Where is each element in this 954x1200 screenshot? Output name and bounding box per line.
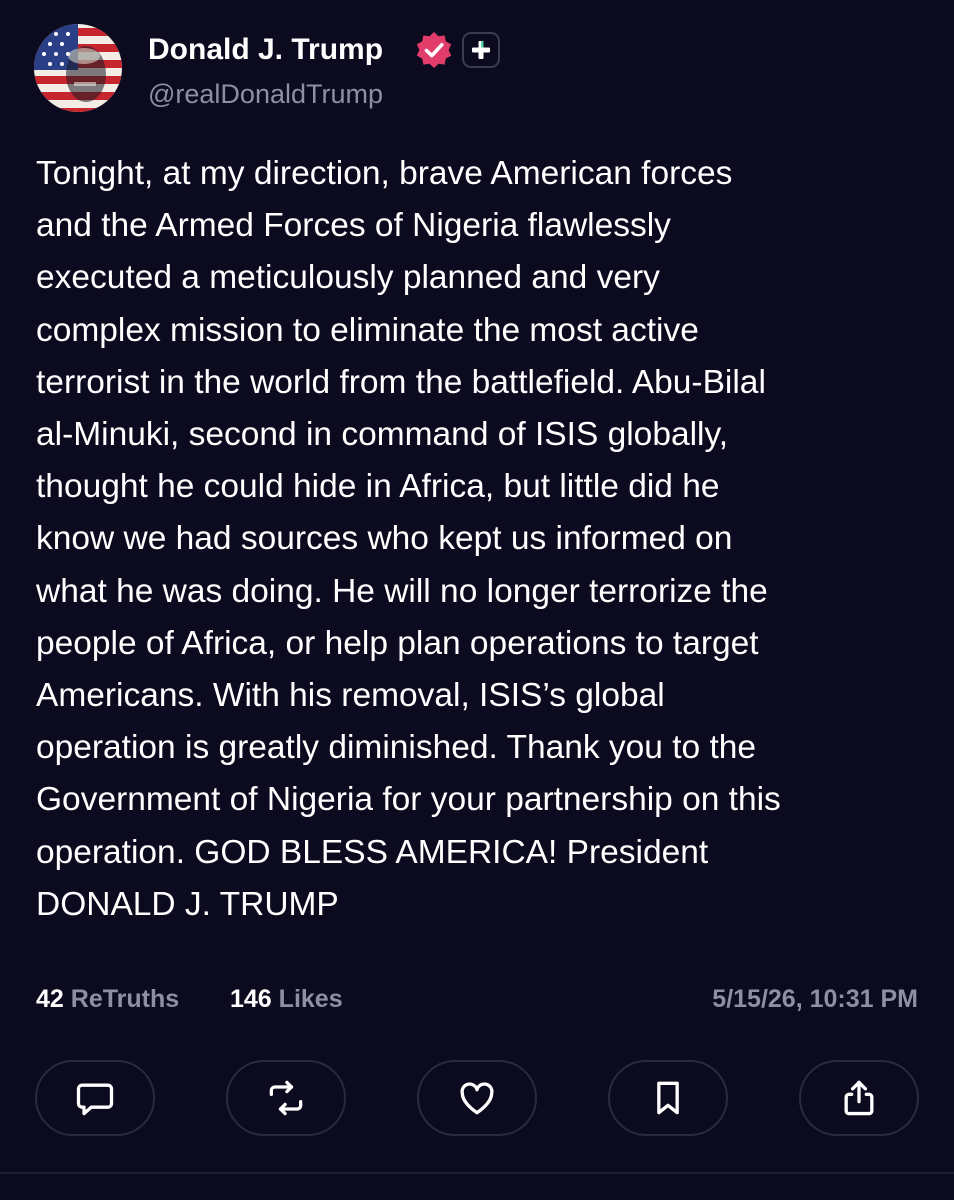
repost-icon <box>269 1080 303 1116</box>
heart-icon <box>460 1082 494 1115</box>
verified-badge-icon <box>414 30 454 70</box>
bookmark-icon <box>657 1081 679 1115</box>
share-button[interactable] <box>799 1060 919 1136</box>
likes-count: 146 <box>230 985 272 1013</box>
likes-label: Likes <box>278 985 343 1013</box>
american-flag-portrait-avatar-icon <box>34 24 122 112</box>
subscribe-plus-badge[interactable] <box>462 32 500 68</box>
retruths-count-link[interactable]: 42 ReTruths <box>36 980 179 1018</box>
retruths-label: ReTruths <box>70 985 180 1013</box>
divider <box>0 1172 954 1174</box>
bookmark-button[interactable] <box>608 1060 728 1136</box>
author-display-name[interactable]: Donald J. Trump <box>148 30 383 70</box>
comment-icon <box>76 1083 114 1116</box>
likes-count-link[interactable]: 146 Likes <box>230 980 343 1018</box>
post-text: Tonight, at my direction, brave American… <box>36 155 781 923</box>
share-icon <box>844 1080 874 1116</box>
author-handle[interactable]: @realDonaldTrump <box>148 76 383 112</box>
retruth-button[interactable] <box>226 1060 346 1136</box>
reply-button[interactable] <box>35 1060 155 1136</box>
like-button[interactable] <box>417 1060 537 1136</box>
avatar[interactable] <box>34 24 122 112</box>
plus-icon <box>472 41 490 59</box>
post-timestamp: 5/15/26, 10:31 PM <box>712 985 918 1013</box>
retruths-count: 42 <box>36 985 64 1013</box>
